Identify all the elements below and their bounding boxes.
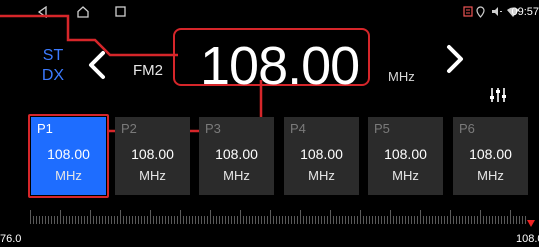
preset-p2[interactable]: P2 108.00 MHz <box>115 117 190 195</box>
equalizer-icon <box>490 88 506 102</box>
frequency-display: 108.00 <box>200 36 360 96</box>
preset-frequency: 108.00 <box>131 146 174 162</box>
preset-unit: MHz <box>477 168 504 183</box>
st-label: ST <box>42 47 64 64</box>
equalizer-button[interactable] <box>489 87 507 108</box>
frequency-unit: MHz <box>388 69 415 84</box>
next-station-button[interactable] <box>445 44 465 79</box>
preset-name: P5 <box>374 121 390 136</box>
prev-station-icon <box>89 51 105 79</box>
preset-frequency: 108.00 <box>469 146 512 162</box>
preset-p1-highlight <box>28 114 109 198</box>
preset-name: P3 <box>205 121 221 136</box>
prev-station-button[interactable] <box>87 50 107 85</box>
preset-unit: MHz <box>308 168 335 183</box>
preset-frequency: 108.00 <box>215 146 258 162</box>
scale-max-label: 108.0 <box>516 233 539 245</box>
tuner-position-marker[interactable] <box>527 220 535 227</box>
preset-name: P6 <box>459 121 475 136</box>
tuner-scale[interactable] <box>30 208 528 224</box>
preset-unit: MHz <box>223 168 250 183</box>
preset-unit: MHz <box>392 168 419 183</box>
preset-unit: MHz <box>139 168 166 183</box>
band-label[interactable]: FM2 <box>133 62 163 79</box>
next-station-icon <box>447 45 463 73</box>
preset-name: P2 <box>121 121 137 136</box>
preset-frequency: 108.00 <box>300 146 343 162</box>
preset-p6[interactable]: P6 108.00 MHz <box>453 117 528 195</box>
preset-p4[interactable]: P4 108.00 MHz <box>284 117 359 195</box>
preset-p5[interactable]: P5 108.00 MHz <box>368 117 443 195</box>
dx-label: DX <box>41 67 65 84</box>
preset-name: P4 <box>290 121 306 136</box>
preset-frequency: 108.00 <box>384 146 427 162</box>
st-dx-indicator[interactable]: ST DX <box>38 46 68 86</box>
scale-min-label: 76.0 <box>0 233 22 245</box>
preset-p3[interactable]: P3 108.00 MHz <box>199 117 274 195</box>
